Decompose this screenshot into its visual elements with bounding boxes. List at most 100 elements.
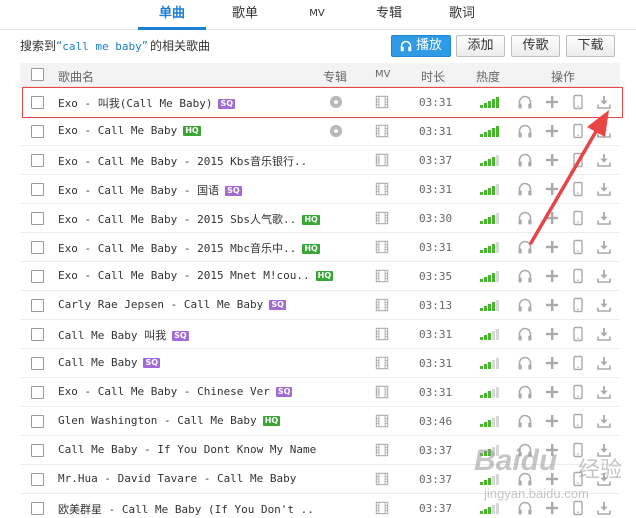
tab-lyrics[interactable]: 歌词 bbox=[433, 0, 491, 30]
song-row[interactable]: Exo - Call Me Baby - Chinese Ver SQ 03:31 bbox=[20, 378, 620, 407]
headphones-icon[interactable] bbox=[517, 413, 533, 429]
plus-icon[interactable] bbox=[544, 94, 560, 110]
phone-icon[interactable] bbox=[570, 384, 586, 400]
row-checkbox[interactable] bbox=[31, 473, 44, 486]
headphones-icon[interactable] bbox=[517, 471, 533, 487]
song-title[interactable]: Exo - Call Me Baby HQ bbox=[58, 124, 201, 137]
download-icon[interactable] bbox=[596, 355, 612, 371]
song-row[interactable]: Call Me Baby - If You Dont Know My Name 0… bbox=[20, 436, 620, 465]
song-title[interactable]: Mr.Hua - David Tavare - Call Me Baby bbox=[58, 472, 296, 485]
row-checkbox[interactable] bbox=[31, 299, 44, 312]
phone-icon[interactable] bbox=[570, 268, 586, 284]
plus-icon[interactable] bbox=[544, 326, 560, 342]
phone-icon[interactable] bbox=[570, 297, 586, 313]
headphones-icon[interactable] bbox=[517, 326, 533, 342]
headphones-icon[interactable] bbox=[517, 442, 533, 458]
play-button[interactable]: 播放 bbox=[391, 35, 451, 57]
song-title[interactable]: Exo - Call Me Baby - 2015 Mnet M!cou.. HQ bbox=[58, 269, 334, 282]
plus-icon[interactable] bbox=[544, 297, 560, 313]
mv-film-icon[interactable] bbox=[375, 443, 389, 457]
mv-film-icon[interactable] bbox=[375, 95, 389, 109]
row-checkbox[interactable] bbox=[31, 125, 44, 138]
song-title[interactable]: 欧美群星 - Call Me Baby (If You Don't .. bbox=[58, 501, 314, 517]
album-disc-icon[interactable] bbox=[329, 95, 343, 109]
row-checkbox[interactable] bbox=[31, 270, 44, 283]
song-row[interactable]: Carly Rae Jepsen - Call Me Baby SQ 03:13 bbox=[20, 291, 620, 320]
song-row[interactable]: Call Me Baby SQ 03:31 bbox=[20, 349, 620, 378]
tab-playlist[interactable]: 歌单 bbox=[215, 0, 275, 30]
mv-film-icon[interactable] bbox=[375, 124, 389, 138]
mv-film-icon[interactable] bbox=[375, 472, 389, 486]
headphones-icon[interactable] bbox=[517, 239, 533, 255]
headphones-icon[interactable] bbox=[517, 297, 533, 313]
download-icon[interactable] bbox=[596, 181, 612, 197]
mv-film-icon[interactable] bbox=[375, 240, 389, 254]
download-icon[interactable] bbox=[596, 384, 612, 400]
phone-icon[interactable] bbox=[570, 471, 586, 487]
phone-icon[interactable] bbox=[570, 442, 586, 458]
mv-film-icon[interactable] bbox=[375, 269, 389, 283]
song-row[interactable]: Exo - Call Me Baby - 2015 Mbc音乐中.. HQ 03:3… bbox=[20, 233, 620, 262]
upload-button[interactable]: 传歌 bbox=[511, 35, 560, 57]
song-row[interactable]: 欧美群星 - Call Me Baby (If You Don't .. 03:3… bbox=[20, 494, 620, 518]
download-button[interactable]: 下载 bbox=[566, 35, 615, 57]
phone-icon[interactable] bbox=[570, 355, 586, 371]
mv-film-icon[interactable] bbox=[375, 327, 389, 341]
song-title[interactable]: Glen Washington - Call Me Baby HQ bbox=[58, 414, 281, 427]
headphones-icon[interactable] bbox=[517, 384, 533, 400]
plus-icon[interactable] bbox=[544, 123, 560, 139]
song-row[interactable]: Exo - Call Me Baby HQ 03:31 bbox=[20, 117, 620, 146]
headphones-icon[interactable] bbox=[517, 268, 533, 284]
headphones-icon[interactable] bbox=[517, 94, 533, 110]
plus-icon[interactable] bbox=[544, 210, 560, 226]
tab-single[interactable]: 单曲 bbox=[138, 0, 206, 30]
song-row[interactable]: Exo - 叫我(Call Me Baby) SQ 03:31 bbox=[22, 87, 623, 118]
headphones-icon[interactable] bbox=[517, 123, 533, 139]
mv-film-icon[interactable] bbox=[375, 182, 389, 196]
row-checkbox[interactable] bbox=[31, 386, 44, 399]
row-checkbox[interactable] bbox=[31, 212, 44, 225]
song-title[interactable]: Call Me Baby SQ bbox=[58, 356, 161, 369]
download-icon[interactable] bbox=[596, 239, 612, 255]
song-title[interactable]: Exo - Call Me Baby - 2015 Sbs人气歌.. HQ bbox=[58, 211, 320, 227]
download-icon[interactable] bbox=[596, 326, 612, 342]
row-checkbox[interactable] bbox=[31, 154, 44, 167]
download-icon[interactable] bbox=[596, 268, 612, 284]
download-icon[interactable] bbox=[596, 297, 612, 313]
mv-film-icon[interactable] bbox=[375, 298, 389, 312]
row-checkbox[interactable] bbox=[31, 328, 44, 341]
mv-film-icon[interactable] bbox=[375, 414, 389, 428]
plus-icon[interactable] bbox=[544, 384, 560, 400]
song-row[interactable]: Mr.Hua - David Tavare - Call Me Baby 03:3… bbox=[20, 465, 620, 494]
plus-icon[interactable] bbox=[544, 500, 560, 516]
phone-icon[interactable] bbox=[570, 239, 586, 255]
phone-icon[interactable] bbox=[570, 152, 586, 168]
phone-icon[interactable] bbox=[570, 210, 586, 226]
song-row[interactable]: Exo - Call Me Baby - 2015 Kbs音乐银行.. 03:37 bbox=[20, 146, 620, 175]
headphones-icon[interactable] bbox=[517, 500, 533, 516]
download-icon[interactable] bbox=[596, 471, 612, 487]
song-title[interactable]: Exo - Call Me Baby - 2015 Mbc音乐中.. HQ bbox=[58, 240, 320, 256]
download-icon[interactable] bbox=[596, 413, 612, 429]
row-checkbox[interactable] bbox=[31, 502, 44, 515]
phone-icon[interactable] bbox=[570, 500, 586, 516]
mv-film-icon[interactable] bbox=[375, 211, 389, 225]
song-title[interactable]: Call Me Baby 叫我 SQ bbox=[58, 327, 189, 343]
album-disc-icon[interactable] bbox=[329, 124, 343, 138]
plus-icon[interactable] bbox=[544, 442, 560, 458]
select-all-checkbox[interactable] bbox=[31, 68, 44, 81]
row-checkbox[interactable] bbox=[31, 444, 44, 457]
song-row[interactable]: Glen Washington - Call Me Baby HQ 03:46 bbox=[20, 407, 620, 436]
song-title[interactable]: Exo - Call Me Baby - 2015 Kbs音乐银行.. bbox=[58, 153, 307, 169]
mv-film-icon[interactable] bbox=[375, 501, 389, 515]
song-row[interactable]: Exo - Call Me Baby - 国语 SQ 03:31 bbox=[20, 175, 620, 204]
song-title[interactable]: Carly Rae Jepsen - Call Me Baby SQ bbox=[58, 298, 286, 311]
phone-icon[interactable] bbox=[570, 326, 586, 342]
mv-film-icon[interactable] bbox=[375, 153, 389, 167]
plus-icon[interactable] bbox=[544, 413, 560, 429]
row-checkbox[interactable] bbox=[31, 415, 44, 428]
headphones-icon[interactable] bbox=[517, 355, 533, 371]
song-row[interactable]: Call Me Baby 叫我 SQ 03:31 bbox=[20, 320, 620, 349]
download-icon[interactable] bbox=[596, 152, 612, 168]
song-title[interactable]: Exo - Call Me Baby - 国语 SQ bbox=[58, 182, 242, 198]
